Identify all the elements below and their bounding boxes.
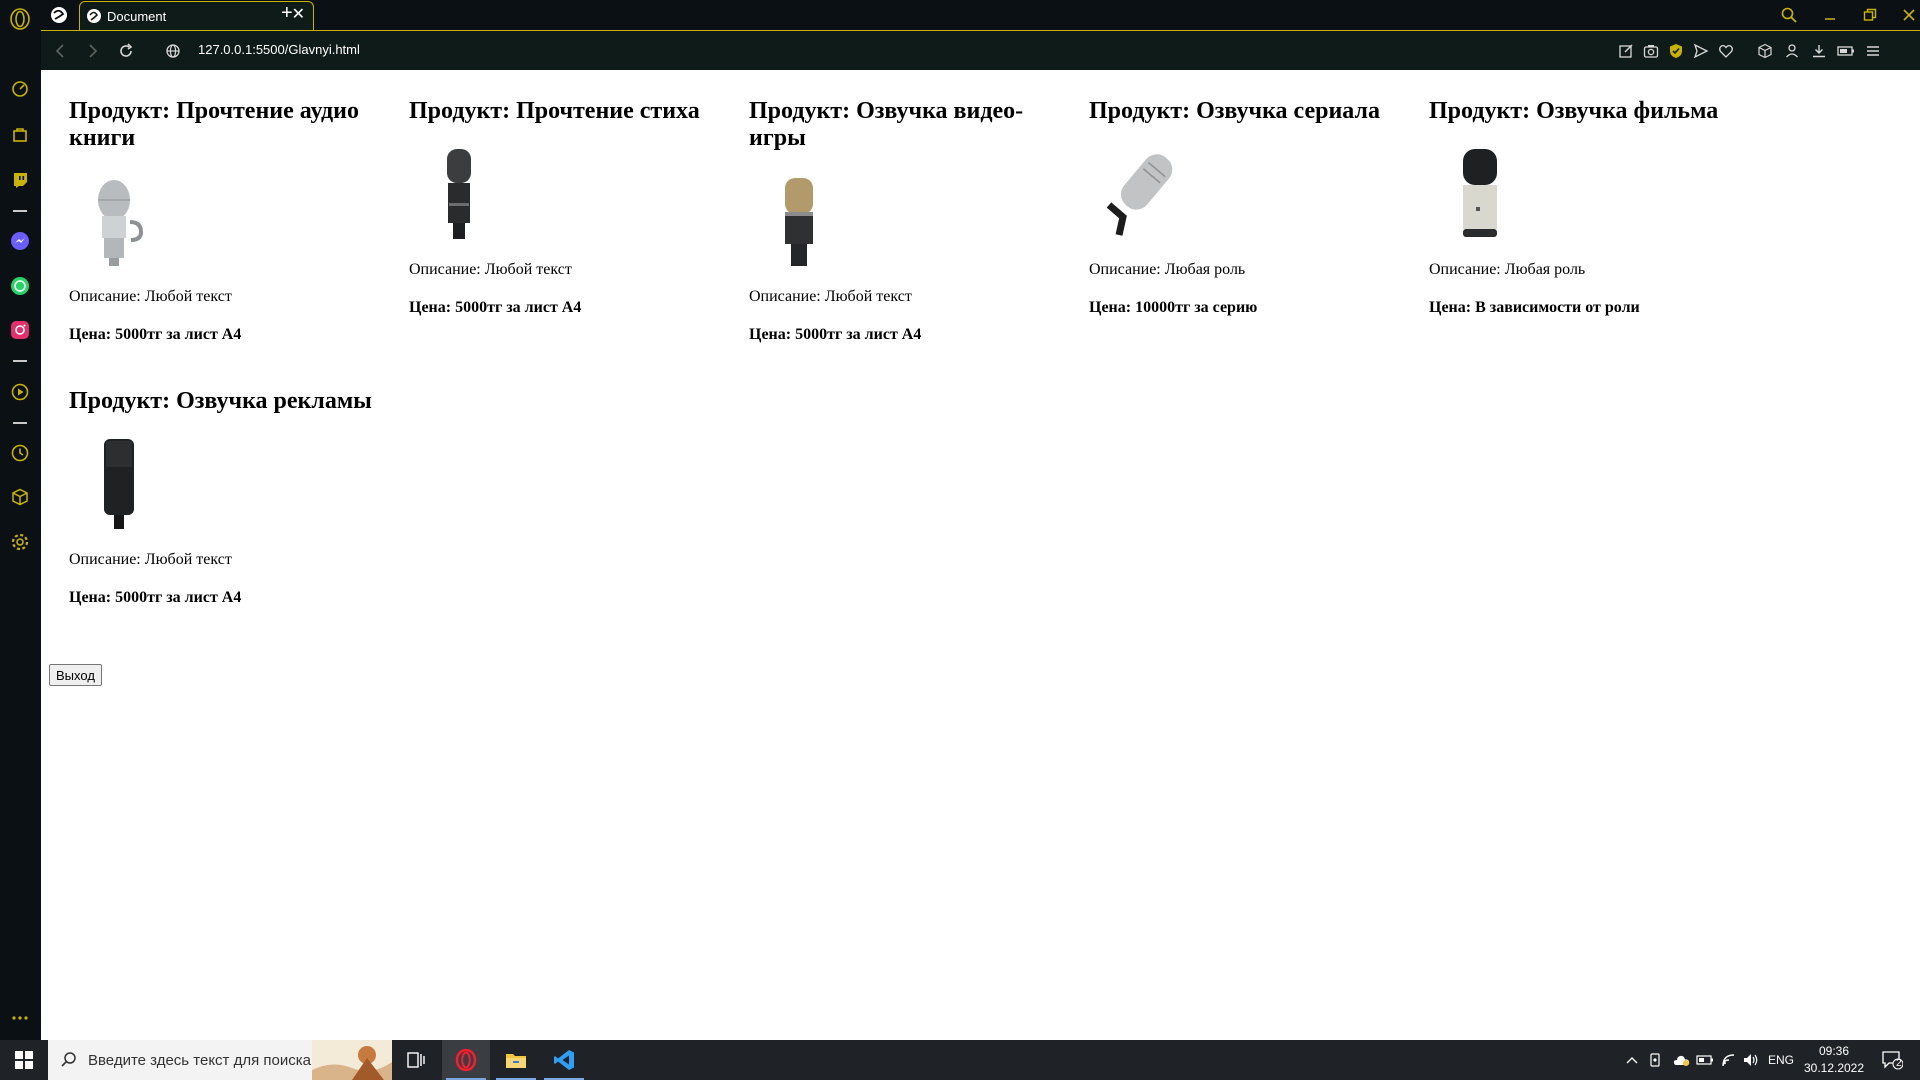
show-hidden-icons-chevron-icon[interactable] [1622,1040,1642,1080]
profile-icon[interactable] [1782,41,1802,61]
windows-taskbar: Введите здесь текст для поиска ENG 09:36… [0,1040,1920,1080]
vintage-silver-microphone-image [98,180,144,266]
taskbar-file-explorer-icon[interactable] [492,1040,540,1080]
product-description: Описание: Любой текст [409,261,572,278]
product-card: Продукт: Озвучка фильма Описание: Любая … [1429,98,1759,317]
product-description: Описание: Любой текст [749,288,912,305]
history-icon[interactable] [8,441,32,465]
product-card: Продукт: Озвучка рекламы Описание: Любой… [69,388,399,607]
product-card: Продукт: Прочтение аудио книги Описание:… [69,98,399,344]
gold-grille-microphone-image [785,178,813,266]
input-language[interactable]: ENG [1766,1040,1796,1080]
whatsapp-icon[interactable] [8,274,32,298]
product-price: Цена: 5000тг за лист А4 [69,589,242,606]
globe-favicon-icon [86,8,102,24]
product-title: Продукт: Прочтение аудио книги [69,98,359,151]
product-price: Цена: 5000тг за лист А4 [69,326,242,343]
speed-dial-icon[interactable] [8,77,32,101]
taskbar-vscode-icon[interactable] [540,1040,588,1080]
settings-gear-icon[interactable] [8,530,32,554]
tab-document[interactable]: Document ✕ [79,1,314,31]
messenger-icon[interactable] [8,229,32,253]
search-icon [61,1052,76,1067]
more-dots-icon[interactable] [8,1006,32,1030]
forward-icon[interactable] [83,41,103,61]
search-highlight-illustration [312,1040,392,1080]
product-description: Описание: Любая роль [1429,261,1586,278]
product-card: Продукт: Прочтение стиха Описание: Любой… [409,98,739,317]
product-price: Цена: 5000тг за лист А4 [409,299,582,316]
search-placeholder: Введите здесь текст для поиска [88,1052,311,1069]
restore-icon[interactable] [1858,4,1882,26]
easy-setup-menu-icon[interactable] [1863,41,1883,61]
product-title: Продукт: Озвучка рекламы [69,388,372,414]
address-url[interactable]: 127.0.0.1:5500/Glavnyi.html [198,42,360,57]
taskbar-clock[interactable]: 09:36 30.12.2022 [1800,1043,1868,1077]
search-tabs-icon[interactable] [1777,4,1801,26]
product-title: Продукт: Озвучка видео-игры [749,98,1024,151]
wifi-icon[interactable] [1718,1040,1740,1080]
sidebar-separator [13,422,27,424]
tab-strip: Document ✕ + [41,0,1920,31]
site-info-globe-icon[interactable] [163,41,183,61]
windows-start-icon[interactable] [0,1040,48,1080]
send-arrow-icon[interactable] [1691,41,1711,61]
product-description: Описание: Любой текст [69,288,232,305]
action-center-notifications-icon[interactable]: 2 [1872,1040,1912,1080]
tab-close-icon[interactable]: ✕ [292,7,305,23]
silver-usb-microphone-on-stand-image [1106,154,1173,236]
product-card: Продукт: Озвучка видео-игры Описание: Лю… [749,98,1079,344]
instagram-icon[interactable] [8,318,32,342]
minimize-icon[interactable] [1818,4,1842,26]
close-window-icon[interactable] [1897,4,1920,26]
product-description: Описание: Любой текст [69,551,232,568]
onedrive-cloud-icon[interactable] [1670,1040,1692,1080]
downloads-icon[interactable] [1809,41,1829,61]
extensions-cube-icon[interactable] [8,485,32,509]
product-card: Продукт: Озвучка сериала Описание: Любая… [1089,98,1419,317]
battery-saver-icon[interactable] [1836,41,1856,61]
black-silver-studio-microphone-image [1463,149,1497,237]
twitch-icon[interactable] [8,168,32,192]
product-title: Продукт: Озвучка фильма [1429,98,1719,124]
address-toolbar: 127.0.0.1:5500/Glavnyi.html [41,30,1920,70]
dark-slim-microphone-image [447,149,471,239]
exit-button[interactable]: Выход [49,664,102,686]
reload-icon[interactable] [116,41,136,61]
bookmark-heart-icon[interactable] [1716,41,1736,61]
shopping-bag-icon[interactable] [8,122,32,146]
black-condenser-microphone-image [104,439,134,529]
taskbar-search-box[interactable]: Введите здесь текст для поиска [48,1040,392,1080]
player-icon[interactable] [8,380,32,404]
product-title: Продукт: Озвучка сериала [1089,98,1380,124]
clock-time: 09:36 [1818,1044,1850,1058]
product-title: Продукт: Прочтение стиха [409,98,700,124]
tab-title: Document [107,9,167,24]
page-viewport: Продукт: Прочтение аудио книги Описание:… [41,70,1920,1040]
volume-speaker-icon[interactable] [1740,1040,1762,1080]
opera-sidebar [0,0,41,1040]
tab-menu-icon[interactable] [49,5,69,25]
meet-now-icon[interactable] [1646,1040,1666,1080]
easy-setup-edit-icon[interactable] [1616,41,1636,61]
clock-date: 30.12.2022 [1803,1061,1865,1075]
sidebar-separator [13,210,27,212]
product-price: Цена: 5000тг за лист А4 [749,326,922,343]
task-view-icon[interactable] [392,1040,440,1080]
adblock-shield-icon[interactable] [1666,41,1686,61]
product-price: Цена: 10000тг за серию [1089,299,1258,316]
product-description: Описание: Любая роль [1089,261,1246,278]
opera-logo-icon[interactable] [8,7,32,31]
extensions-cube-toolbar-icon[interactable] [1755,41,1775,61]
taskbar-opera-icon[interactable] [442,1040,490,1080]
snapshot-camera-icon[interactable] [1641,41,1661,61]
back-icon[interactable] [50,41,70,61]
product-price: Цена: В зависимости от роли [1429,299,1640,316]
notification-count: 2 [1896,1058,1902,1069]
battery-icon[interactable] [1694,1040,1716,1080]
new-tab-plus-icon[interactable]: + [281,3,293,23]
sidebar-separator [13,360,27,362]
